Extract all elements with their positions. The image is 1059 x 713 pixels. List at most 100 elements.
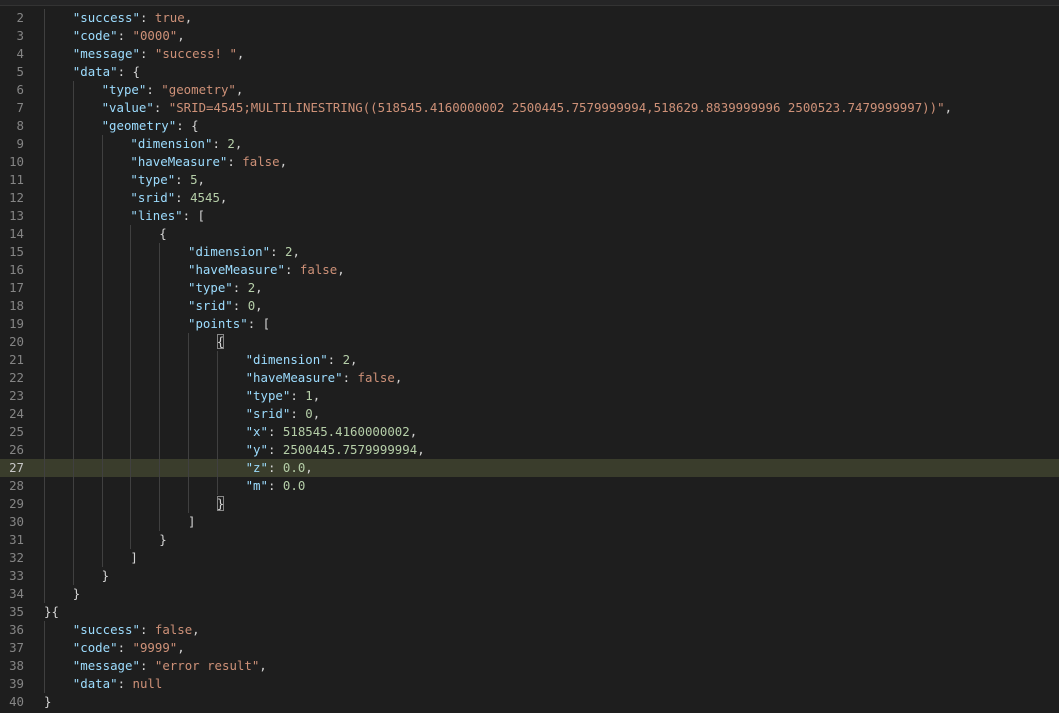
code-line[interactable]: 26 "y": 2500445.7579999994, — [0, 441, 1059, 459]
line-code[interactable]: } — [159, 531, 166, 549]
code-line[interactable]: 30] — [0, 513, 1059, 531]
line-code[interactable]: "success": false, — [73, 621, 200, 639]
code-line[interactable]: 22 "haveMeasure": false, — [0, 369, 1059, 387]
code-line[interactable]: 24 "srid": 0, — [0, 405, 1059, 423]
line-code[interactable]: "srid": 0, — [188, 297, 263, 315]
code-line[interactable]: 12 "srid": 4545, — [0, 189, 1059, 207]
code-line[interactable]: 34} — [0, 585, 1059, 603]
indent-guide — [72, 549, 74, 567]
line-code[interactable]: "haveMeasure": false, — [246, 369, 403, 387]
line-code[interactable]: ] — [188, 513, 195, 531]
code-line[interactable]: 6 "type": "geometry", — [0, 81, 1059, 99]
code-line[interactable]: 38 "message": "error result", — [0, 657, 1059, 675]
json-number: 518545.4160000002 — [282, 424, 410, 439]
code-line[interactable]: 32] — [0, 549, 1059, 567]
json-key: "type" — [101, 82, 147, 97]
code-line[interactable]: 19 "points": [ — [0, 315, 1059, 333]
line-code[interactable]: "z": 0.0, — [246, 459, 313, 477]
code-line[interactable]: 13 "lines": [ — [0, 207, 1059, 225]
line-code[interactable]: "code": "0000", — [73, 27, 185, 45]
code-line[interactable]: 18 "srid": 0, — [0, 297, 1059, 315]
code-line[interactable]: 29} — [0, 495, 1059, 513]
line-code[interactable]: "srid": 4545, — [130, 189, 227, 207]
line-code[interactable]: } — [73, 585, 80, 603]
line-number: 2 — [16, 10, 24, 25]
indent-guide — [130, 405, 132, 423]
line-code[interactable]: "type": 1, — [246, 387, 321, 405]
json-punctuation: : — [146, 82, 162, 97]
line-code[interactable]: "dimension": 2, — [130, 135, 242, 153]
line-code[interactable]: ] — [130, 549, 137, 567]
line-code[interactable]: "dimension": 2, — [188, 243, 300, 261]
line-code[interactable]: "code": "9999", — [73, 639, 185, 657]
json-punctuation: : — [327, 352, 343, 367]
code-editor[interactable]: 2 "success": true, 3 "code": "0000", 4 "messa… — [0, 0, 1059, 713]
code-line[interactable]: 10 "haveMeasure": false, — [0, 153, 1059, 171]
code-line[interactable]: 8 "geometry": { — [0, 117, 1059, 135]
line-code[interactable]: "lines": [ — [130, 207, 205, 225]
code-line[interactable]: 35}{ — [0, 603, 1059, 621]
code-line[interactable]: 14 { — [0, 225, 1059, 243]
json-key: "value" — [101, 100, 154, 115]
indent-guide — [130, 243, 132, 261]
code-line[interactable]: 21 "dimension": 2, — [0, 351, 1059, 369]
line-code[interactable]: "points": [ — [188, 315, 270, 333]
line-code[interactable]: "success": true, — [73, 9, 192, 27]
line-code[interactable]: "message": "error result", — [73, 657, 267, 675]
line-code[interactable]: "type": 5, — [130, 171, 205, 189]
line-code[interactable]: { — [216, 333, 225, 351]
line-code[interactable]: "type": 2, — [188, 279, 263, 297]
line-number: 24 — [9, 406, 24, 421]
line-code[interactable]: "value": "SRID=4545;MULTILINESTRING((518… — [102, 99, 952, 117]
code-line[interactable]: 40} — [0, 693, 1059, 711]
line-code[interactable]: "dimension": 2, — [246, 351, 358, 369]
code-line[interactable]: 25 "x": 518545.4160000002, — [0, 423, 1059, 441]
code-line[interactable]: 31} — [0, 531, 1059, 549]
json-punctuation: , — [219, 190, 228, 205]
line-code[interactable]: "message": "success! ", — [73, 45, 245, 63]
code-line[interactable]: 5 "data": { — [0, 63, 1059, 81]
code-line[interactable]: 4 "message": "success! ", — [0, 45, 1059, 63]
code-line[interactable]: 23 "type": 1, — [0, 387, 1059, 405]
line-code[interactable]: } — [216, 495, 225, 513]
code-line[interactable]: 37 "code": "9999", — [0, 639, 1059, 657]
code-line[interactable]: 7 "value": "SRID=4545;MULTILINESTRING((51… — [0, 99, 1059, 117]
code-line[interactable]: 16 "haveMeasure": false, — [0, 261, 1059, 279]
line-code[interactable]: "srid": 0, — [246, 405, 321, 423]
code-line[interactable]: 3 "code": "0000", — [0, 27, 1059, 45]
line-code[interactable]: "data": { — [73, 63, 140, 81]
code-lines[interactable]: 2 "success": true, 3 "code": "0000", 4 "messa… — [0, 9, 1059, 711]
line-code[interactable]: "type": "geometry", — [102, 81, 244, 99]
line-code[interactable]: "y": 2500445.7579999994, — [246, 441, 425, 459]
indent-guide — [72, 117, 74, 135]
line-code[interactable]: } — [44, 693, 51, 711]
line-code[interactable]: "x": 518545.4160000002, — [246, 423, 418, 441]
line-code[interactable]: "m": 0.0 — [246, 477, 306, 495]
indent-guide — [44, 279, 45, 297]
code-line[interactable]: 17 "type": 2, — [0, 279, 1059, 297]
code-line[interactable]: 39 "data": null — [0, 675, 1059, 693]
code-line[interactable]: 11 "type": 5, — [0, 171, 1059, 189]
indent-guide — [188, 351, 189, 369]
code-line[interactable]: 2 "success": true, — [0, 9, 1059, 27]
line-code[interactable]: "data": null — [73, 675, 163, 693]
indent-guide — [72, 459, 74, 477]
line-code[interactable]: { — [159, 225, 166, 243]
line-code[interactable]: "geometry": { — [102, 117, 199, 135]
code-line[interactable]: 27 "z": 0.0, — [0, 459, 1059, 477]
indent-guide — [44, 207, 45, 225]
line-code[interactable]: "haveMeasure": false, — [188, 261, 345, 279]
json-literal: false — [299, 262, 338, 277]
code-line[interactable]: 36 "success": false, — [0, 621, 1059, 639]
json-punctuation: : — [267, 442, 283, 457]
json-punctuation: : — [139, 622, 155, 637]
line-code[interactable]: }{ — [44, 603, 59, 621]
code-line[interactable]: 15 "dimension": 2, — [0, 243, 1059, 261]
line-code[interactable]: } — [102, 567, 109, 585]
code-line[interactable]: 28 "m": 0.0 — [0, 477, 1059, 495]
json-number: 4545 — [190, 190, 220, 205]
code-line[interactable]: 20 { — [0, 333, 1059, 351]
line-code[interactable]: "haveMeasure": false, — [130, 153, 287, 171]
code-line[interactable]: 33} — [0, 567, 1059, 585]
code-line[interactable]: 9 "dimension": 2, — [0, 135, 1059, 153]
